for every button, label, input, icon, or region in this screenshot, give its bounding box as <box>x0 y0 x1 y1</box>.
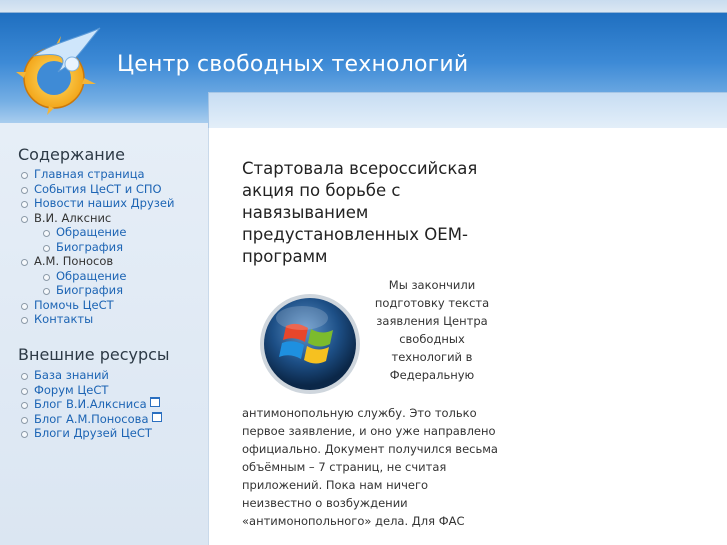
content-top-band <box>208 92 727 129</box>
menu-item[interactable]: Главная страница <box>20 167 174 182</box>
ext-link-knowledge-base[interactable]: База знаний <box>34 368 109 382</box>
cest-logo-icon[interactable] <box>14 26 104 116</box>
menu-item: А.М. Поносов <box>20 254 174 269</box>
menu-link-contacts[interactable]: Контакты <box>34 312 93 326</box>
article-paragraph-wrap: Мы закончили подготовку текста заявления… <box>374 278 490 382</box>
menu-item[interactable]: Биография <box>42 240 174 255</box>
menu-item: В.И. Алкснис <box>20 211 174 226</box>
menu-item[interactable]: Блог А.М.Поносова <box>20 411 162 427</box>
menu-item[interactable]: Обращение <box>42 225 174 240</box>
site-title[interactable]: Центр свободных технологий <box>117 52 468 77</box>
menu-item[interactable]: Помочь ЦеСТ <box>20 298 174 313</box>
menu-link-events[interactable]: События ЦеСТ и СПО <box>34 182 162 196</box>
ext-link-friends-blogs[interactable]: Блоги Друзей ЦеСТ <box>34 426 152 440</box>
menu-item[interactable]: Контакты <box>20 312 174 327</box>
contents-heading: Содержание <box>18 145 125 164</box>
ext-link-blog-ponosov[interactable]: Блог А.М.Поносова <box>34 412 149 426</box>
windows-logo-icon <box>260 294 360 394</box>
external-heading: Внешние ресурсы <box>18 345 170 364</box>
menu-link-alksnis-appeal[interactable]: Обращение <box>56 225 126 239</box>
menu-item[interactable]: Обращение <box>42 269 174 284</box>
menu-label-ponosov: А.М. Поносов <box>34 254 114 268</box>
top-strip <box>0 0 727 13</box>
menu-item[interactable]: База знаний <box>20 368 162 383</box>
menu-label-alksnis: В.И. Алкснис <box>34 210 112 225</box>
menu-link-home[interactable]: Главная страница <box>34 167 145 181</box>
menu-item[interactable]: Форум ЦеСТ <box>20 383 162 398</box>
menu-item[interactable]: Блог В.И.Алксниса <box>20 397 162 412</box>
article-title[interactable]: Стартовала всероссийская акция по борьбе… <box>242 158 492 268</box>
menu-item[interactable]: Новости наших Друзей <box>20 196 174 211</box>
menu-item[interactable]: Блоги Друзей ЦеСТ <box>20 426 162 441</box>
contents-menu: Главная страница События ЦеСТ и СПО Ново… <box>20 167 174 327</box>
menu-link-friends-news[interactable]: Новости наших Друзей <box>34 196 174 210</box>
menu-link-alksnis-bio[interactable]: Биография <box>56 240 123 254</box>
menu-link-help[interactable]: Помочь ЦеСТ <box>34 298 114 312</box>
article-paragraph: антимонопольную службу. Это только перво… <box>242 406 498 528</box>
menu-link-ponosov-appeal[interactable]: Обращение <box>56 269 126 283</box>
ext-link-blog-alksnis[interactable]: Блог В.И.Алксниса <box>34 397 147 411</box>
ext-link-forum[interactable]: Форум ЦеСТ <box>34 383 108 397</box>
menu-item[interactable]: Биография <box>42 283 174 298</box>
menu-link-ponosov-bio[interactable]: Биография <box>56 283 123 297</box>
external-link-icon <box>149 397 160 407</box>
external-link-icon <box>151 411 162 422</box>
external-menu: База знаний Форум ЦеСТ Блог В.И.Алксниса… <box>20 368 162 441</box>
menu-item[interactable]: События ЦеСТ и СПО <box>20 182 174 197</box>
